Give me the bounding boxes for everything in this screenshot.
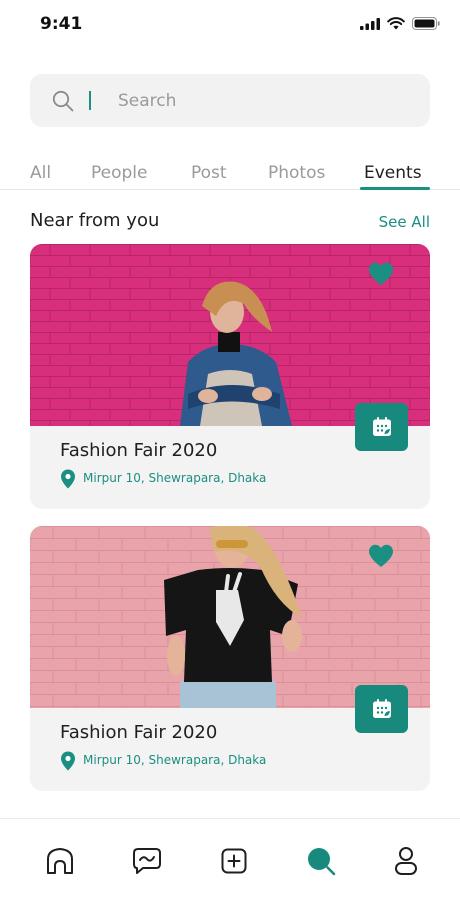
section-title: Near from you — [30, 210, 160, 231]
bottom-navigation — [0, 818, 460, 900]
nav-search[interactable] — [305, 845, 337, 877]
search-icon — [52, 90, 74, 112]
see-all-link[interactable]: See All — [379, 213, 430, 231]
tab-people[interactable]: People — [91, 163, 147, 183]
search-icon — [308, 848, 336, 876]
tab-all[interactable]: All — [30, 163, 51, 183]
active-tab-indicator — [360, 187, 430, 190]
calendar-icon — [372, 699, 391, 718]
text-cursor — [89, 91, 91, 110]
event-title: Fashion Fair 2020 — [60, 440, 218, 461]
calendar-button[interactable] — [355, 403, 408, 451]
favorite-heart-icon[interactable] — [368, 262, 394, 286]
nav-profile[interactable] — [390, 845, 422, 877]
chat-icon — [133, 848, 161, 874]
filter-tabs: All People Post Photos Events — [0, 160, 460, 190]
status-bar: 9:41 — [0, 0, 460, 50]
search-input[interactable] — [118, 84, 408, 117]
favorite-heart-icon[interactable] — [368, 544, 394, 568]
status-time: 9:41 — [40, 14, 83, 34]
event-location: Mirpur 10, Shewrapara, Dhaka — [83, 753, 267, 767]
event-card[interactable]: Fashion Fair 2020 Mirpur 10, Shewrapara,… — [30, 526, 430, 791]
wifi-icon — [387, 17, 405, 30]
nav-home[interactable] — [44, 845, 76, 877]
battery-icon — [412, 17, 440, 30]
status-icons — [360, 17, 440, 30]
home-icon — [47, 848, 73, 874]
event-card[interactable]: Fashion Fair 2020 Mirpur 10, Shewrapara,… — [30, 244, 430, 509]
nav-messages[interactable] — [131, 845, 163, 877]
calendar-icon — [372, 417, 391, 436]
profile-icon — [395, 847, 417, 875]
add-icon — [221, 848, 247, 874]
tab-post[interactable]: Post — [191, 163, 227, 183]
event-location: Mirpur 10, Shewrapara, Dhaka — [83, 471, 267, 485]
tab-photos[interactable]: Photos — [268, 163, 325, 183]
cellular-signal-icon — [360, 17, 380, 30]
calendar-button[interactable] — [355, 685, 408, 733]
location-pin-icon — [61, 751, 75, 771]
tab-events[interactable]: Events — [364, 163, 422, 183]
location-pin-icon — [61, 469, 75, 489]
event-title: Fashion Fair 2020 — [60, 722, 218, 743]
nav-create[interactable] — [218, 845, 250, 877]
